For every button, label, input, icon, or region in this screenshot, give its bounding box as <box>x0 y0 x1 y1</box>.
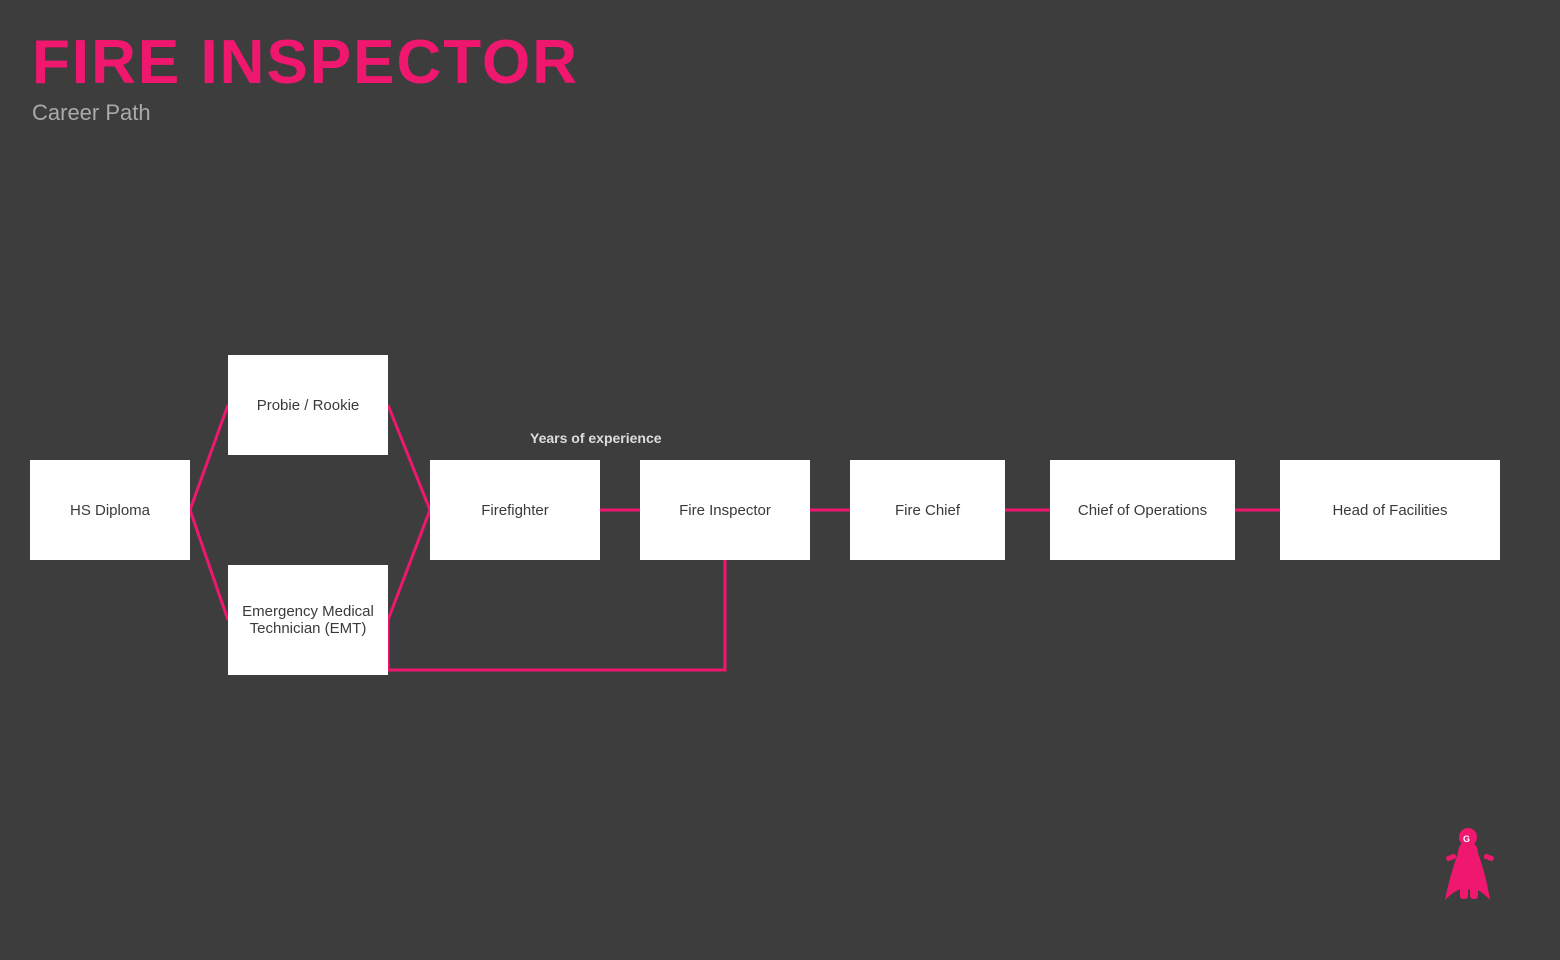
page-title: FIRE INSPECTOR <box>32 32 579 94</box>
box-chief-of-operations: Chief of Operations <box>1050 460 1235 560</box>
box-fire-chief: Fire Chief <box>850 460 1005 560</box>
box-firefighter: Firefighter <box>430 460 600 560</box>
years-label: Years of experience <box>530 430 662 446</box>
page-subtitle: Career Path <box>32 100 579 126</box>
box-head-of-facilities: Head of Facilities <box>1280 460 1500 560</box>
box-hs-diploma: HS Diploma <box>30 460 190 560</box>
box-fire-inspector: Fire Inspector <box>640 460 810 560</box>
svg-text:G: G <box>1463 834 1470 844</box>
header: FIRE INSPECTOR Career Path <box>32 32 579 126</box>
brand-logo: G <box>1430 825 1510 920</box>
emt-label: Emergency MedicalTechnician (EMT) <box>242 603 374 637</box>
box-emt: Emergency MedicalTechnician (EMT) <box>228 565 388 675</box>
career-diagram: Years of experience HS Diploma Probie / … <box>0 180 1560 880</box>
box-probie-rookie: Probie / Rookie <box>228 355 388 455</box>
